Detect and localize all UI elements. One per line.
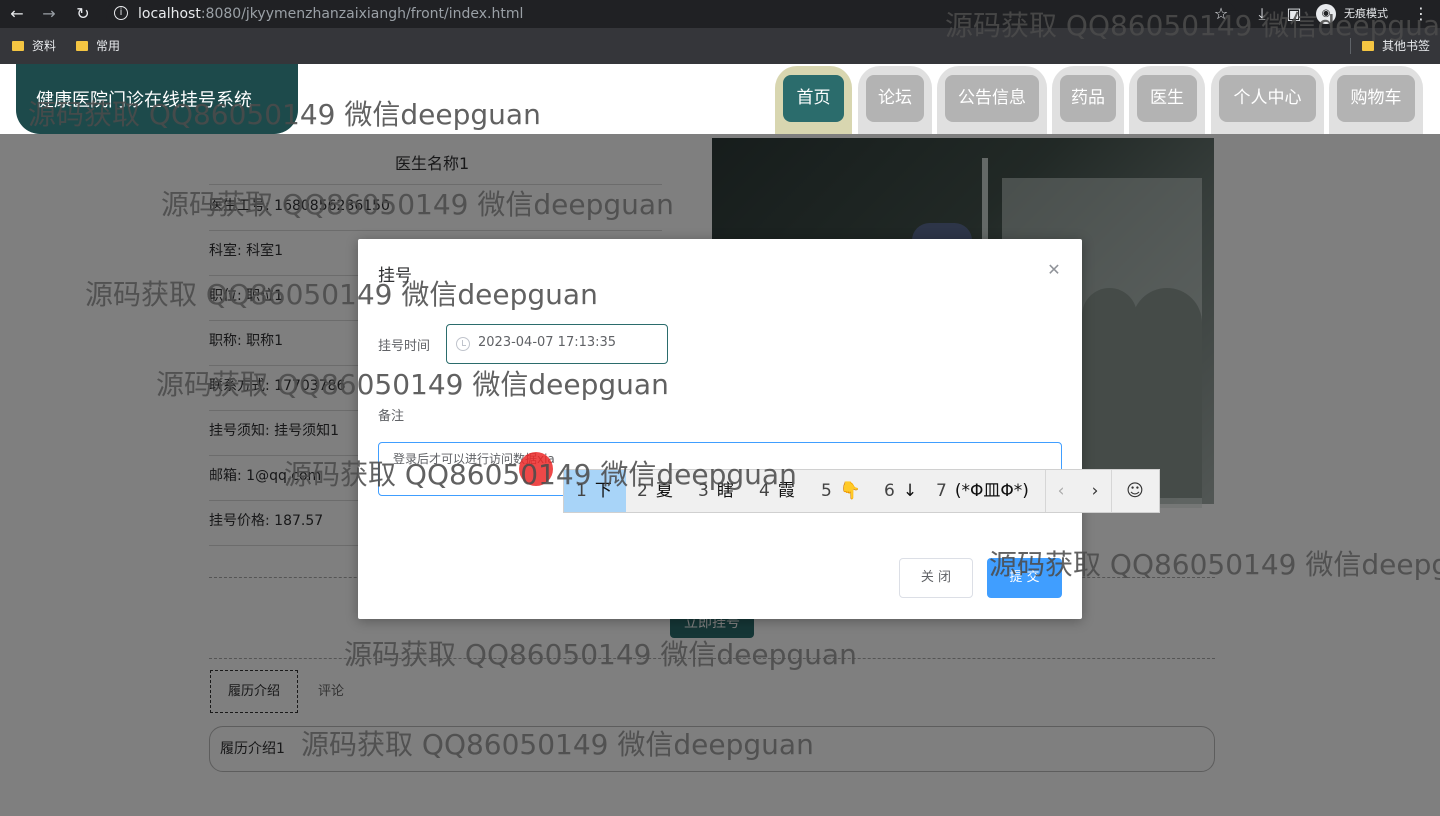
nav-cart[interactable]: 购物车 [1329, 66, 1423, 134]
nav-label: 首页 [783, 75, 844, 122]
back-icon[interactable]: ← [6, 0, 28, 28]
watermark: 源码获取 QQ86050149 微信deepguan [989, 548, 1440, 581]
nav-user-center[interactable]: 个人中心 [1211, 66, 1324, 134]
bookmark-changyong[interactable]: 常用 [76, 28, 120, 64]
remark-label: 备注 [378, 409, 405, 424]
clock-icon [456, 337, 470, 351]
nav-announcements[interactable]: 公告信息 [937, 66, 1047, 134]
close-icon[interactable]: ✕ [1046, 261, 1062, 279]
info-icon[interactable]: i [114, 6, 128, 20]
nav-label: 药品 [1060, 75, 1116, 122]
bookmark-ziliao[interactable]: 资料 [12, 28, 56, 64]
nav-doctor[interactable]: 医生 [1129, 66, 1205, 134]
url-path: :8080/jkyymenzhanzaixiangh/front/index.h… [200, 6, 524, 22]
ime-candidate-text: ↓ [902, 481, 918, 501]
ime-candidate-text: 👇 [839, 481, 861, 501]
watermark: 源码获取 QQ86050149 微信deepguan [85, 278, 598, 311]
ime-next-icon[interactable]: › [1080, 470, 1110, 512]
ime-candidate-number: 6 [884, 481, 895, 501]
booking-time-value: 2023-04-07 17:13:35 [478, 335, 617, 350]
ime-candidate[interactable]: 5 👇 [821, 470, 861, 512]
close-button[interactable]: 关 闭 [899, 558, 973, 598]
ime-candidate[interactable]: 7 (*Φ皿Φ*) [936, 470, 1029, 512]
watermark: 源码获取 QQ86050149 微信deepguan [156, 368, 669, 401]
nav-label: 个人中心 [1219, 75, 1316, 122]
url-host: localhost [138, 6, 201, 22]
bookmark-label: 常用 [96, 39, 121, 53]
ime-candidate-number: 5 [821, 481, 832, 501]
watermark: 源码获取 QQ86050149 微信deepguan [344, 638, 857, 671]
bookmark-label: 资料 [32, 39, 57, 53]
watermark: 源码获取 QQ86050149 微信deepguan [301, 728, 814, 761]
nav-label: 购物车 [1337, 75, 1415, 122]
folder-icon [12, 41, 24, 51]
ime-candidate-number: 7 [936, 481, 947, 501]
watermark: 源码获取 QQ86050149 微信deepguan [161, 188, 674, 221]
ime-prev-icon[interactable]: ‹ [1046, 470, 1076, 512]
reload-icon[interactable]: ↻ [72, 0, 94, 28]
ime-candidate[interactable]: 6 ↓ [884, 470, 917, 512]
nav-label: 公告信息 [945, 75, 1039, 122]
nav-medicine[interactable]: 药品 [1052, 66, 1124, 134]
watermark: 源码获取 QQ86050149 微信deepguan [284, 458, 797, 491]
watermark: 源码获取 QQ86050149 微信deepguan [28, 98, 541, 131]
folder-icon [76, 41, 88, 51]
ime-candidate-text: (*Φ皿Φ*) [954, 481, 1029, 501]
watermark: 源码获取 QQ86050149 微信deepguan [945, 9, 1440, 42]
ime-emoji-icon[interactable]: ☺ [1112, 470, 1158, 512]
nav-home[interactable]: 首页 [775, 66, 852, 134]
forward-icon[interactable]: → [38, 0, 60, 28]
url-text[interactable]: localhost:8080/jkyymenzhanzaixiangh/fron… [138, 0, 523, 28]
nav-label: 医生 [1137, 75, 1197, 122]
booking-time-label: 挂号时间 [378, 339, 431, 354]
nav-label: 论坛 [866, 75, 924, 122]
nav-forum[interactable]: 论坛 [858, 66, 932, 134]
